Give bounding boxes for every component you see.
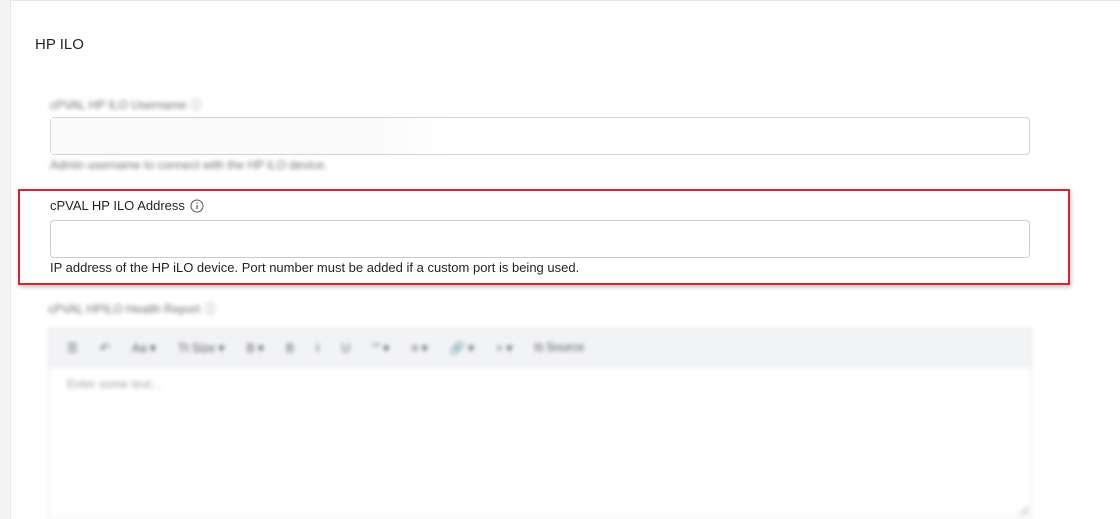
- toolbar-button[interactable]: Aa ▾: [132, 341, 156, 355]
- address-input[interactable]: [50, 220, 1030, 258]
- username-help-text: Admin username to connect with the HP iL…: [50, 158, 328, 172]
- toolbar-button[interactable]: ≡ ▾: [411, 341, 427, 355]
- address-label-row: cPVAL HP ILO Address: [50, 198, 204, 213]
- username-input[interactable]: [50, 117, 1030, 155]
- username-label: cPVAL HP ILO Username ⓘ: [50, 98, 202, 112]
- toolbar-button[interactable]: ⧉ Source: [534, 340, 584, 355]
- toolbar-button[interactable]: 🔗 ▾: [450, 341, 474, 355]
- health-report-label: cPVAL HPILO Health Report ⓘ: [48, 300, 216, 317]
- toolbar-button[interactable]: ↶: [100, 341, 110, 355]
- health-report-label-text: cPVAL HPILO Health Report: [48, 301, 201, 316]
- section-title: HP ILO: [35, 36, 84, 53]
- address-help-text: IP address of the HP iLO device. Port nu…: [50, 260, 580, 275]
- address-label: cPVAL HP ILO Address: [50, 198, 185, 213]
- toolbar-button[interactable]: B: [286, 341, 294, 355]
- toolbar-button[interactable]: U: [341, 341, 350, 355]
- rich-text-editor[interactable]: ☰ ↶ Aa ▾ Tt Size ▾ B ▾ B I U “” ▾ ≡ ▾ 🔗 ▾ + ▾ ⧉ Sour…: [48, 328, 1032, 519]
- toolbar-button[interactable]: B ▾: [247, 341, 264, 355]
- input-value-blur: [51, 118, 451, 154]
- top-divider: [11, 0, 1120, 1]
- toolbar-button[interactable]: Tt Size ▾: [178, 341, 225, 355]
- info-icon[interactable]: [190, 199, 204, 213]
- left-rail: [0, 0, 11, 519]
- editor-placeholder[interactable]: Enter some text...: [49, 367, 1031, 401]
- toolbar-button[interactable]: I: [316, 341, 319, 355]
- editor-toolbar: ☰ ↶ Aa ▾ Tt Size ▾ B ▾ B I U “” ▾ ≡ ▾ 🔗 ▾ + ▾ ⧉ Sour…: [49, 329, 1031, 367]
- toolbar-button[interactable]: “” ▾: [372, 341, 389, 355]
- toolbar-button[interactable]: + ▾: [496, 341, 512, 355]
- resize-handle[interactable]: [1019, 506, 1027, 514]
- info-icon[interactable]: ⓘ: [204, 300, 216, 317]
- toolbar-button[interactable]: ☰: [67, 341, 78, 355]
